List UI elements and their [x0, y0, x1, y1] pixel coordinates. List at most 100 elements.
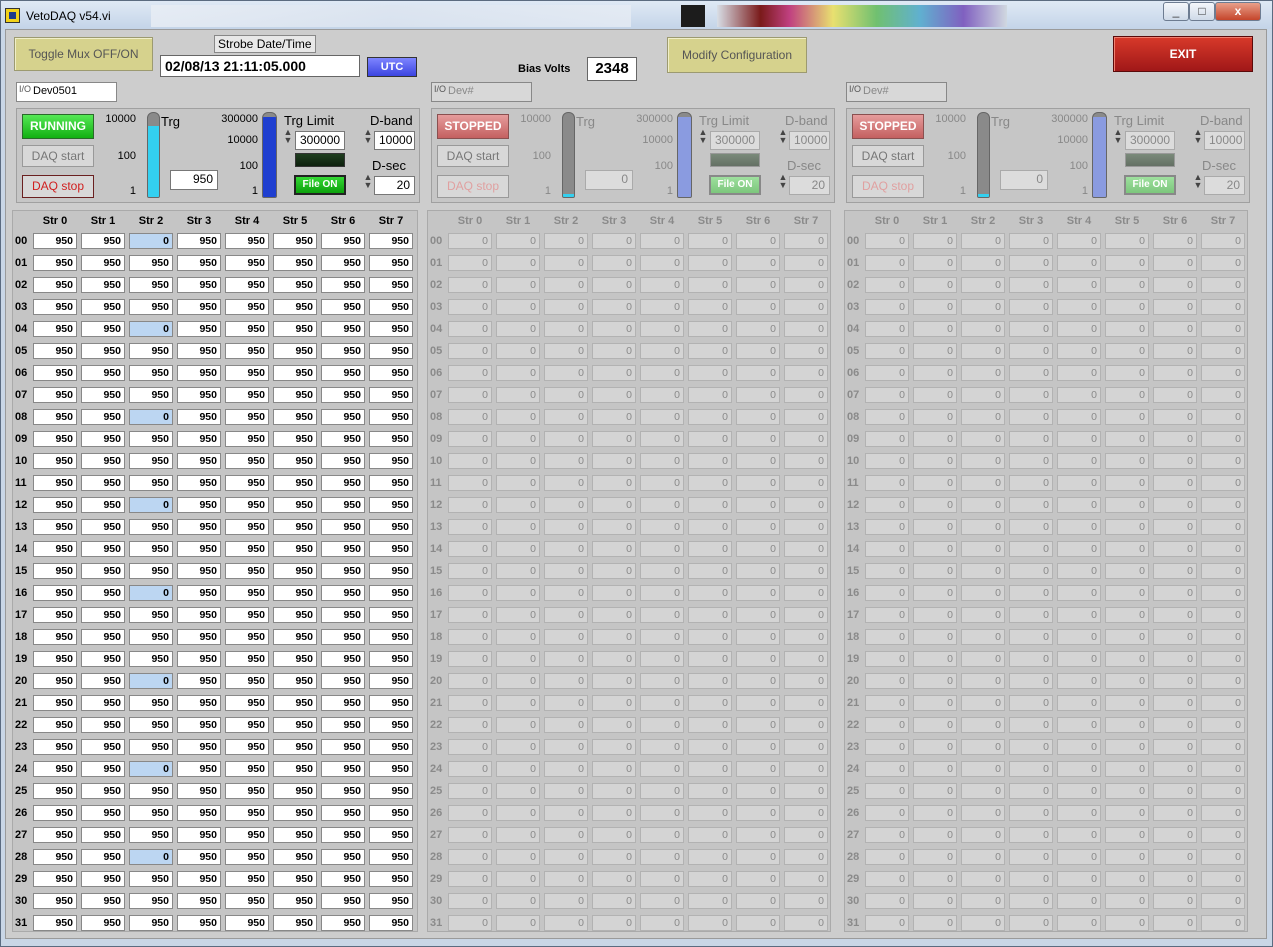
daq-stop-button[interactable]: DAQ stop [852, 175, 924, 198]
channel-count-cell: 0 [544, 475, 588, 491]
channel-count-cell: 0 [640, 893, 684, 909]
channel-count-cell: 0 [1153, 365, 1197, 381]
channel-count-cell: 950 [177, 761, 221, 777]
channel-count-cell: 950 [369, 563, 413, 579]
dband-spinner[interactable]: ▲ ▼ [1193, 128, 1203, 145]
channel-count-cell: 0 [1153, 321, 1197, 337]
channel-count-cell: 0 [1009, 673, 1053, 689]
channel-count-cell: 0 [640, 409, 684, 425]
channel-count-cell: 0 [865, 431, 909, 447]
channel-count-cell: 0 [1201, 387, 1245, 403]
channel-count-cell: 0 [913, 541, 957, 557]
trg-limit-spinner[interactable]: ▲ ▼ [1113, 128, 1123, 145]
channel-count-cell: 0 [688, 585, 732, 601]
channel-count-cell: 0 [592, 783, 636, 799]
channel-count-cell: 0 [913, 717, 957, 733]
channel-count-cell: 950 [129, 431, 173, 447]
close-button[interactable]: x [1215, 2, 1261, 21]
channel-count-cell: 0 [784, 541, 828, 557]
channel-count-cell: 0 [544, 805, 588, 821]
channel-count-cell: 0 [865, 717, 909, 733]
channel-count-cell: 0 [544, 761, 588, 777]
channel-count-cell: 950 [321, 805, 365, 821]
channel-count-cell: 0 [1009, 497, 1053, 513]
trg-limit-slider[interactable] [1092, 112, 1107, 198]
channel-count-cell: 950 [273, 739, 317, 755]
channel-count-cell: 0 [496, 299, 540, 315]
channel-count-cell: 950 [273, 519, 317, 535]
channel-count-cell: 0 [544, 541, 588, 557]
channel-count-cell: 0 [496, 739, 540, 755]
channel-count-cell: 0 [688, 453, 732, 469]
row-label: 19 [847, 653, 860, 665]
channel-count-cell: 0 [592, 343, 636, 359]
dband-input[interactable]: 10000 [1204, 131, 1245, 150]
maximize-button[interactable]: □ [1189, 2, 1215, 21]
channel-count-cell: 950 [81, 849, 125, 865]
device-name-field[interactable]: I/O Dev# [846, 82, 947, 102]
channel-count-cell: 0 [913, 431, 957, 447]
channel-count-cell: 0 [913, 453, 957, 469]
channel-count-cell: 0 [688, 387, 732, 403]
channel-count-cell: 0 [544, 717, 588, 733]
channel-count-cell: 0 [913, 783, 957, 799]
channel-count-cell: 0 [448, 717, 492, 733]
channel-count-cell: 0 [448, 651, 492, 667]
row-label: 07 [430, 389, 443, 401]
channel-count-cell: 950 [369, 805, 413, 821]
column-header: Str 6 [1162, 215, 1188, 227]
channel-count-cell: 0 [448, 541, 492, 557]
row-label: 24 [430, 763, 443, 775]
channel-count-cell: 0 [913, 277, 957, 293]
channel-count-cell: 0 [1201, 475, 1245, 491]
channel-count-cell: 950 [81, 277, 125, 293]
channel-count-cell: 0 [448, 629, 492, 645]
channel-count-cell: 0 [961, 277, 1005, 293]
channel-count-cell: 0 [1009, 717, 1053, 733]
channel-count-cell: 0 [1009, 893, 1053, 909]
channel-count-cell: 950 [33, 541, 77, 557]
channel-count-cell: 950 [273, 475, 317, 491]
file-on-toggle[interactable]: File ON [1124, 175, 1176, 195]
channel-count-cell: 0 [592, 277, 636, 293]
dsec-spinner[interactable]: ▲ ▼ [1193, 173, 1203, 190]
dsec-input[interactable]: 20 [1204, 176, 1245, 195]
channel-count-cell: 950 [321, 915, 365, 931]
channel-count-cell: 950 [129, 827, 173, 843]
channel-count-cell: 950 [33, 453, 77, 469]
channel-count-cell: 0 [865, 233, 909, 249]
channel-count-cell: 0 [1201, 871, 1245, 887]
channel-count-cell: 0 [496, 915, 540, 931]
channel-count-cell: 0 [1057, 651, 1101, 667]
trg-limit-input[interactable]: 300000 [1125, 131, 1175, 150]
channel-count-cell: 0 [448, 783, 492, 799]
channel-count-cell: 0 [496, 629, 540, 645]
channel-count-cell: 0 [865, 871, 909, 887]
channel-count-cell: 0 [1201, 827, 1245, 843]
channel-count-cell: 950 [33, 563, 77, 579]
channel-count-cell: 0 [688, 717, 732, 733]
channel-count-cell: 0 [496, 717, 540, 733]
channel-count-cell: 950 [33, 717, 77, 733]
channel-count-cell: 0 [1057, 805, 1101, 821]
channel-count-cell: 950 [321, 409, 365, 425]
channel-count-cell: 0 [1009, 431, 1053, 447]
row-label: 19 [15, 653, 28, 665]
channel-count-cell: 0 [1105, 585, 1149, 601]
channel-count-cell: 0 [961, 805, 1005, 821]
channel-count-cell: 950 [321, 277, 365, 293]
channel-count-cell: 950 [33, 783, 77, 799]
channel-count-cell: 0 [784, 585, 828, 601]
channel-grid-2: Str 0 Str 1 Str 2 Str 3 Str 4 Str 5 Str 6 Str 7… [844, 210, 1248, 932]
channel-count-cell: 0 [592, 299, 636, 315]
minimize-button[interactable]: _ [1163, 2, 1189, 21]
channel-count-cell: 950 [81, 717, 125, 733]
daq-start-button[interactable]: DAQ start [852, 145, 924, 167]
channel-count-cell: 0 [1105, 431, 1149, 447]
channel-count-cell: 950 [129, 607, 173, 623]
device-controls-2: I/O Dev# STOPPED DAQ start DAQ stop 10000 100 1… [6, 30, 1268, 220]
channel-count-cell: 950 [321, 871, 365, 887]
channel-count-cell: 0 [784, 827, 828, 843]
channel-count-cell: 0 [1009, 761, 1053, 777]
channel-count-cell: 950 [225, 497, 269, 513]
